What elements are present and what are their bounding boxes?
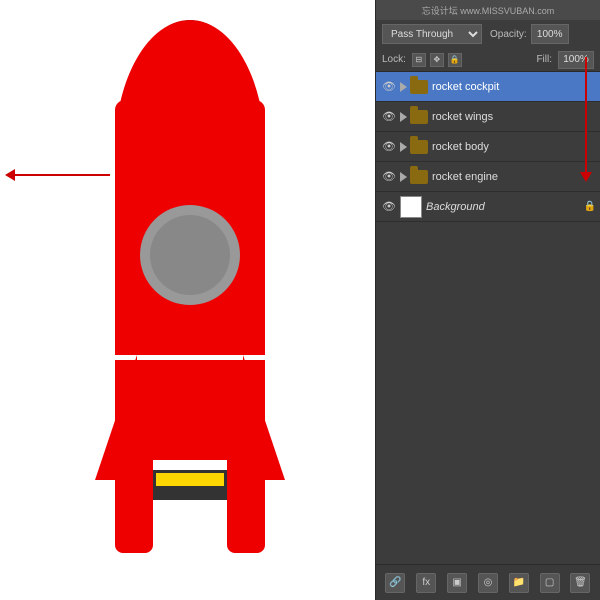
lock-label: Lock:	[382, 54, 406, 65]
porthole-outer	[140, 205, 240, 305]
eye-icon[interactable]: 👁	[380, 78, 398, 96]
layer-item-rocket-cockpit[interactable]: 👁 rocket cockpit	[376, 72, 600, 102]
layer-item-rocket-wings[interactable]: 👁 rocket wings	[376, 102, 600, 132]
blend-mode-select[interactable]: Pass Through	[382, 24, 482, 44]
arrow-head-icon	[5, 169, 15, 181]
layer-list: 👁 rocket cockpit 👁 rocket wings 👁 rocket…	[376, 72, 600, 222]
expand-icon[interactable]	[400, 112, 407, 122]
lock-icons: ⊟ ✥ 🔒	[412, 53, 462, 67]
porthole-inner	[150, 215, 230, 295]
eye-icon[interactable]: 👁	[380, 138, 398, 156]
layer-name: rocket body	[432, 141, 596, 153]
eye-icon[interactable]: 👁	[380, 108, 398, 126]
layer-name: rocket engine	[432, 171, 596, 183]
rocket-illustration	[95, 20, 285, 580]
new-layer-button[interactable]: ▢	[540, 573, 560, 593]
mode-row: Pass Through Opacity:	[376, 20, 600, 48]
background-thumbnail	[400, 196, 422, 218]
layer-name: rocket wings	[432, 111, 596, 123]
porthole-arrow	[5, 168, 120, 182]
expand-icon[interactable]	[400, 82, 407, 92]
fill-label: Fill:	[536, 54, 552, 65]
exhaust-block	[153, 470, 227, 500]
layer-mask-button[interactable]: ◎	[478, 573, 498, 593]
lock-all-icon[interactable]: 🔒	[448, 53, 462, 67]
arrow-line	[15, 174, 110, 176]
link-layers-button[interactable]: 🔗	[385, 573, 405, 593]
layer-item-rocket-body[interactable]: 👁 rocket body	[376, 132, 600, 162]
rocket-body-main	[115, 100, 265, 360]
red-indicator-arrow	[580, 57, 592, 182]
layer-item-rocket-engine[interactable]: 👁 rocket engine	[376, 162, 600, 192]
lock-position-icon[interactable]: ✥	[430, 53, 444, 67]
red-arrow-line	[585, 57, 587, 172]
opacity-label: Opacity:	[490, 29, 527, 40]
folder-icon	[410, 140, 428, 154]
canvas-area	[0, 0, 375, 600]
expand-icon[interactable]	[400, 172, 407, 182]
folder-icon	[410, 110, 428, 124]
lock-row: Lock: ⊟ ✥ 🔒 Fill:	[376, 48, 600, 72]
layer-name: rocket cockpit	[432, 81, 596, 93]
eye-icon[interactable]: 👁	[380, 198, 398, 216]
layer-item-background[interactable]: 👁 Background 🔒	[376, 192, 600, 222]
expand-icon[interactable]	[400, 142, 407, 152]
topbar-text: 忘设计坛 www.MISSVUBAN.com	[422, 4, 555, 17]
opacity-input[interactable]	[531, 24, 569, 44]
eye-icon[interactable]: 👁	[380, 168, 398, 186]
layer-effects-button[interactable]: fx	[416, 573, 436, 593]
red-arrow-head	[580, 172, 592, 182]
exhaust-stripe	[156, 486, 224, 497]
lock-icon: 🔒	[584, 201, 596, 212]
panel-topbar: 忘设计坛 www.MISSVUBAN.com	[376, 0, 600, 20]
folder-icon	[410, 80, 428, 94]
lock-pixels-icon[interactable]: ⊟	[412, 53, 426, 67]
delete-layer-button[interactable]: 🗑	[570, 573, 590, 593]
layers-panel: 忘设计坛 www.MISSVUBAN.com Pass Through Opac…	[375, 0, 600, 600]
new-folder-button[interactable]: 📁	[509, 573, 529, 593]
engine-leg-left	[115, 458, 153, 553]
panel-bottombar: 🔗 fx ▣ ◎ 📁 ▢ 🗑	[376, 564, 600, 600]
layer-name: Background	[426, 201, 584, 213]
engine-leg-right	[227, 458, 265, 553]
new-fill-layer-button[interactable]: ▣	[447, 573, 467, 593]
folder-icon	[410, 170, 428, 184]
